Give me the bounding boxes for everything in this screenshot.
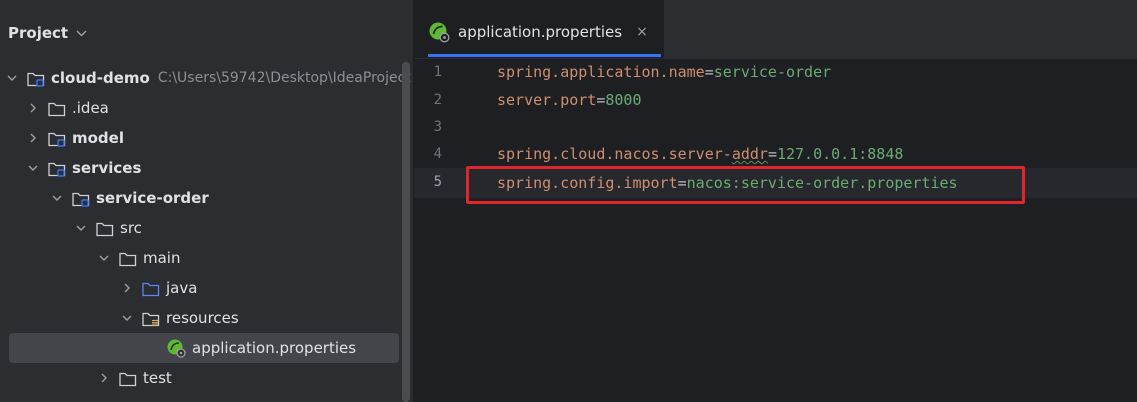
module-folder-icon [48,131,66,147]
equals-sign: = [704,63,714,81]
tree-item-label: resources [166,309,239,327]
tree-item-service-order[interactable]: service-order [0,183,413,213]
property-value: 8000 [605,91,642,109]
project-panel-scrollbar[interactable] [402,62,410,402]
tree-item-idea[interactable]: .idea [0,93,413,123]
project-path: C:\Users\59742\Desktop\IdeaProject [157,70,411,86]
chevron-right-icon[interactable] [97,373,111,383]
project-panel: Project cloud-demo C:\Users\59742\Deskto… [0,0,413,402]
tree-item-label: cloud-demo [51,69,150,87]
tree-item-main[interactable]: main [0,243,413,273]
line-number: 2 [433,92,442,108]
folder-icon [119,371,137,386]
code-line-4[interactable]: spring.cloud.nacos.server-addr=127.0.0.1… [497,145,903,163]
equals-sign: = [767,145,777,163]
tab-application-properties[interactable]: application.properties × [428,16,648,48]
tree-item-label: model [72,129,124,147]
spring-leaf-icon [166,338,186,358]
tree-item-java[interactable]: java [0,273,413,303]
chevron-down-icon[interactable] [26,163,40,173]
tree-item-resources[interactable]: resources [0,303,413,333]
project-panel-title: Project [8,24,69,42]
property-key: spring.cloud.nacos.server- [497,145,732,163]
annotation-highlight-box [466,166,1025,204]
line-number: 5 [433,174,442,190]
tree-item-label: test [143,369,172,387]
tree-item-cloud-demo[interactable]: cloud-demo C:\Users\59742\Desktop\IdeaPr… [0,63,413,93]
code-line-1[interactable]: spring.application.name=service-order [497,63,831,81]
tree-item-services[interactable]: services [0,153,413,183]
tree-item-src[interactable]: src [0,213,413,243]
tree-item-label: services [72,159,142,177]
code-line-2[interactable]: server.port=8000 [497,91,642,109]
tree-item-label: java [166,279,198,297]
tree-item-model[interactable]: model [0,123,413,153]
chevron-down-icon[interactable] [74,223,88,233]
tree-item-label: application.properties [192,339,357,357]
tree-item-label: .idea [72,99,109,117]
property-value: service-order [713,63,832,81]
line-number: 3 [433,119,442,135]
resources-folder-icon [142,311,160,326]
chevron-right-icon[interactable] [120,283,134,293]
module-folder-icon [27,71,45,87]
property-value: 127.0.0.1:8848 [776,145,904,163]
folder-icon [119,251,137,266]
tree-item-test[interactable]: test [0,363,413,393]
folder-icon [48,101,66,116]
chevron-down-icon[interactable] [97,253,111,263]
tab-bar-empty-area [664,0,1137,58]
source-folder-icon [142,281,160,296]
tree-item-label: main [143,249,181,267]
tree-item-label: service-order [96,189,209,207]
chevron-right-icon[interactable] [26,103,40,113]
chevron-down-icon[interactable] [50,193,64,203]
chevron-down-icon[interactable] [120,313,134,323]
spring-leaf-icon [428,21,450,43]
folder-icon [96,221,114,236]
tree-item-label: src [120,219,142,237]
chevron-down-icon[interactable] [5,73,19,83]
property-key: spring.application.name [497,63,705,81]
line-number: 1 [433,64,442,80]
module-folder-icon [72,191,90,207]
chevron-down-icon[interactable] [76,27,87,40]
chevron-right-icon[interactable] [26,133,40,143]
editor: application.properties × 1 2 3 4 5 sprin… [414,0,1137,402]
module-folder-icon [48,161,66,177]
project-panel-header[interactable]: Project [8,22,87,44]
property-key: server.port [497,91,597,109]
tree-item-application-properties[interactable]: application.properties [0,333,413,363]
active-tab-indicator [428,54,661,57]
property-key-warning: addr [731,145,768,163]
editor-tab-bar: application.properties × [414,0,1137,59]
close-icon[interactable]: × [636,24,648,40]
tab-label: application.properties [458,23,623,41]
line-number: 4 [433,146,442,162]
line-number-gutter: 1 2 3 4 5 [414,58,474,402]
